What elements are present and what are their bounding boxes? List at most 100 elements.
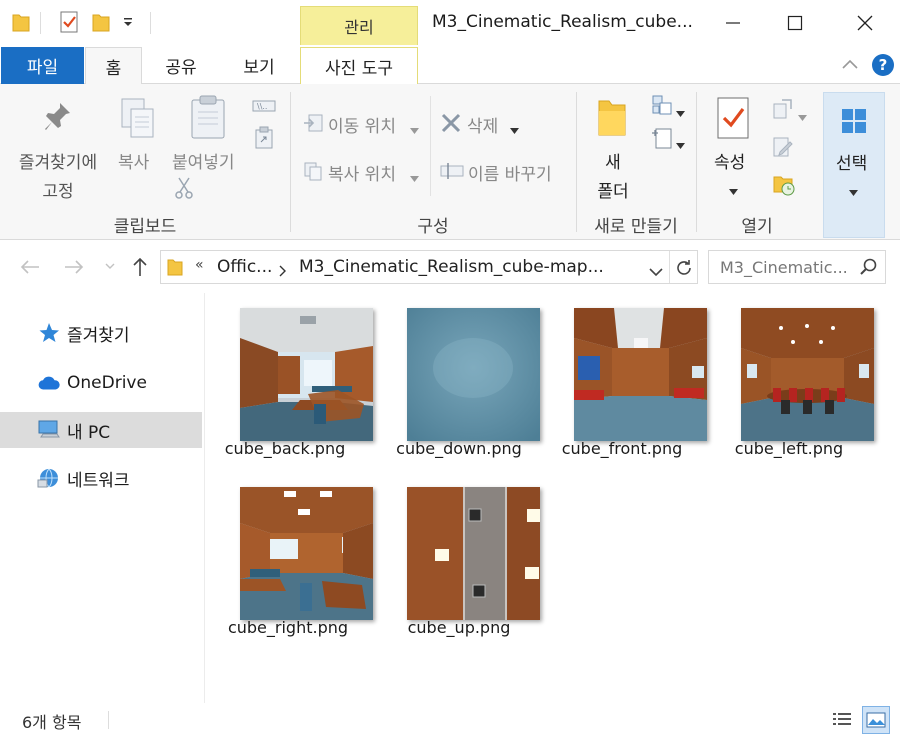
recent-locations-button[interactable] [98, 255, 122, 279]
delete-button[interactable]: 삭제 [467, 112, 498, 137]
nav-item-quick-access[interactable]: 즐겨찾기 [0, 315, 202, 351]
edit-icon[interactable] [772, 136, 794, 158]
tab-home[interactable]: 홈 [85, 47, 142, 85]
address-bar[interactable]: « Offic... M3_Cinematic_Realism_cube-map… [160, 250, 698, 284]
nav-item-this-pc[interactable]: 내 PC [0, 412, 202, 448]
group-separator [576, 92, 577, 232]
details-view-button[interactable] [830, 708, 854, 732]
file-item[interactable]: cube_front.png [539, 293, 707, 468]
minimize-button[interactable] [702, 0, 764, 45]
chevron-down-icon [676, 134, 686, 149]
move-to-icon[interactable] [302, 112, 324, 134]
group-separator [696, 92, 697, 232]
breadcrumb-separator-icon[interactable] [279, 262, 289, 277]
divider [669, 251, 670, 283]
breadcrumb-office[interactable]: Offic... [217, 257, 272, 277]
organize-group-label: 구성 [417, 217, 449, 237]
nav-label: 네트워크 [67, 470, 130, 491]
thumbnail-cube-back [240, 308, 373, 441]
nav-item-onedrive[interactable]: OneDrive [0, 365, 202, 401]
properties-icon[interactable] [714, 96, 752, 140]
folder-icon [10, 10, 32, 34]
folder-icon [167, 257, 185, 277]
maximize-button[interactable] [764, 0, 826, 45]
cut-icon[interactable] [174, 176, 194, 200]
new-item-icon[interactable] [650, 94, 674, 116]
pin-to-quick-access-button[interactable]: 즐겨찾기에 고정 [12, 148, 104, 202]
address-dropdown-icon[interactable] [649, 262, 663, 277]
large-icons-view-button[interactable] [862, 706, 890, 734]
nav-item-network[interactable]: 네트워크 [0, 460, 202, 496]
back-button[interactable] [18, 255, 42, 279]
file-name: cube_right.png [227, 618, 349, 637]
help-icon[interactable]: ? [871, 53, 895, 77]
file-item[interactable]: cube_right.png [205, 472, 373, 647]
overflow-chevron[interactable]: « [195, 257, 204, 273]
navigation-pane: 즐겨찾기 OneDrive 내 PC 네트워크 [0, 293, 205, 703]
search-icon[interactable] [859, 258, 879, 278]
file-item[interactable]: cube_down.png [372, 293, 540, 468]
chevron-down-icon [410, 119, 420, 134]
file-item[interactable]: cube_up.png [372, 472, 540, 647]
chevron-down-icon [729, 180, 739, 195]
tab-share[interactable]: 공유 [150, 47, 212, 84]
pin-icon[interactable] [40, 100, 76, 136]
copy-path-icon[interactable]: \\.. [252, 96, 276, 116]
collapse-ribbon-icon[interactable] [840, 55, 860, 75]
thumbnail-cube-up [407, 487, 540, 620]
tab-picture-tools[interactable]: 사진 도구 [300, 47, 418, 85]
divider [150, 12, 151, 34]
open-icon[interactable] [772, 98, 794, 120]
computer-icon [37, 418, 61, 442]
status-bar: 6개 항목 [0, 703, 900, 737]
tab-view[interactable]: 보기 [228, 47, 290, 84]
quick-access-dropdown-icon[interactable] [117, 10, 139, 34]
tab-file[interactable]: 파일 [1, 47, 84, 84]
copy-button[interactable]: 복사 [118, 148, 149, 173]
move-to-button[interactable]: 이동 위치 [328, 112, 396, 137]
refresh-icon[interactable] [674, 258, 694, 278]
chevron-down-icon [410, 167, 420, 182]
nav-label: 내 PC [67, 422, 111, 443]
new-folder-quick-icon[interactable] [90, 10, 112, 34]
thumbnail-cube-left [741, 308, 874, 441]
properties-quick-icon[interactable] [58, 10, 80, 34]
history-icon[interactable] [772, 172, 796, 196]
pin-label-line1: 즐겨찾기에 [18, 153, 98, 173]
breadcrumb-current[interactable]: M3_Cinematic_Realism_cube-map... [299, 257, 604, 277]
divider [108, 711, 109, 729]
large-icons-view-icon [866, 712, 886, 728]
paste-icon[interactable] [187, 94, 229, 140]
context-tab-manage[interactable]: 관리 [300, 6, 418, 46]
search-placeholder: M3_Cinematic... [720, 258, 848, 277]
file-item[interactable]: cube_left.png [706, 293, 874, 468]
copy-to-icon[interactable] [302, 160, 324, 182]
file-item[interactable]: cube_back.png [205, 293, 373, 468]
nav-label: OneDrive [67, 373, 147, 393]
up-button[interactable] [128, 255, 152, 279]
search-box[interactable]: M3_Cinematic... [708, 250, 886, 284]
file-name: cube_back.png [224, 439, 346, 458]
svg-text:?: ? [879, 56, 888, 74]
address-row: « Offic... M3_Cinematic_Realism_cube-map… [0, 241, 900, 293]
paste-button[interactable]: 붙여넣기 [172, 148, 235, 173]
delete-icon[interactable] [440, 112, 462, 134]
pin-label-line2: 고정 [42, 182, 74, 202]
properties-button[interactable]: 속성 [714, 148, 745, 173]
copy-icon[interactable] [118, 96, 158, 140]
new-folder-button[interactable]: 새 폴더 [590, 148, 636, 202]
close-button[interactable] [834, 0, 896, 45]
copy-to-button[interactable]: 복사 위치 [328, 160, 396, 185]
open-group-label: 열기 [741, 217, 773, 237]
clipboard-group-label: 클립보드 [113, 217, 177, 237]
rename-icon[interactable] [440, 162, 464, 180]
select-button[interactable]: 선택 [823, 92, 885, 238]
paste-shortcut-icon[interactable] [254, 126, 274, 150]
star-icon [37, 321, 61, 345]
rename-button[interactable]: 이름 바꾸기 [468, 160, 552, 185]
chevron-down-icon [510, 119, 520, 134]
new-folder-icon[interactable] [594, 96, 630, 140]
divider [40, 12, 41, 34]
forward-button[interactable] [62, 255, 86, 279]
easy-access-icon[interactable] [650, 126, 674, 150]
